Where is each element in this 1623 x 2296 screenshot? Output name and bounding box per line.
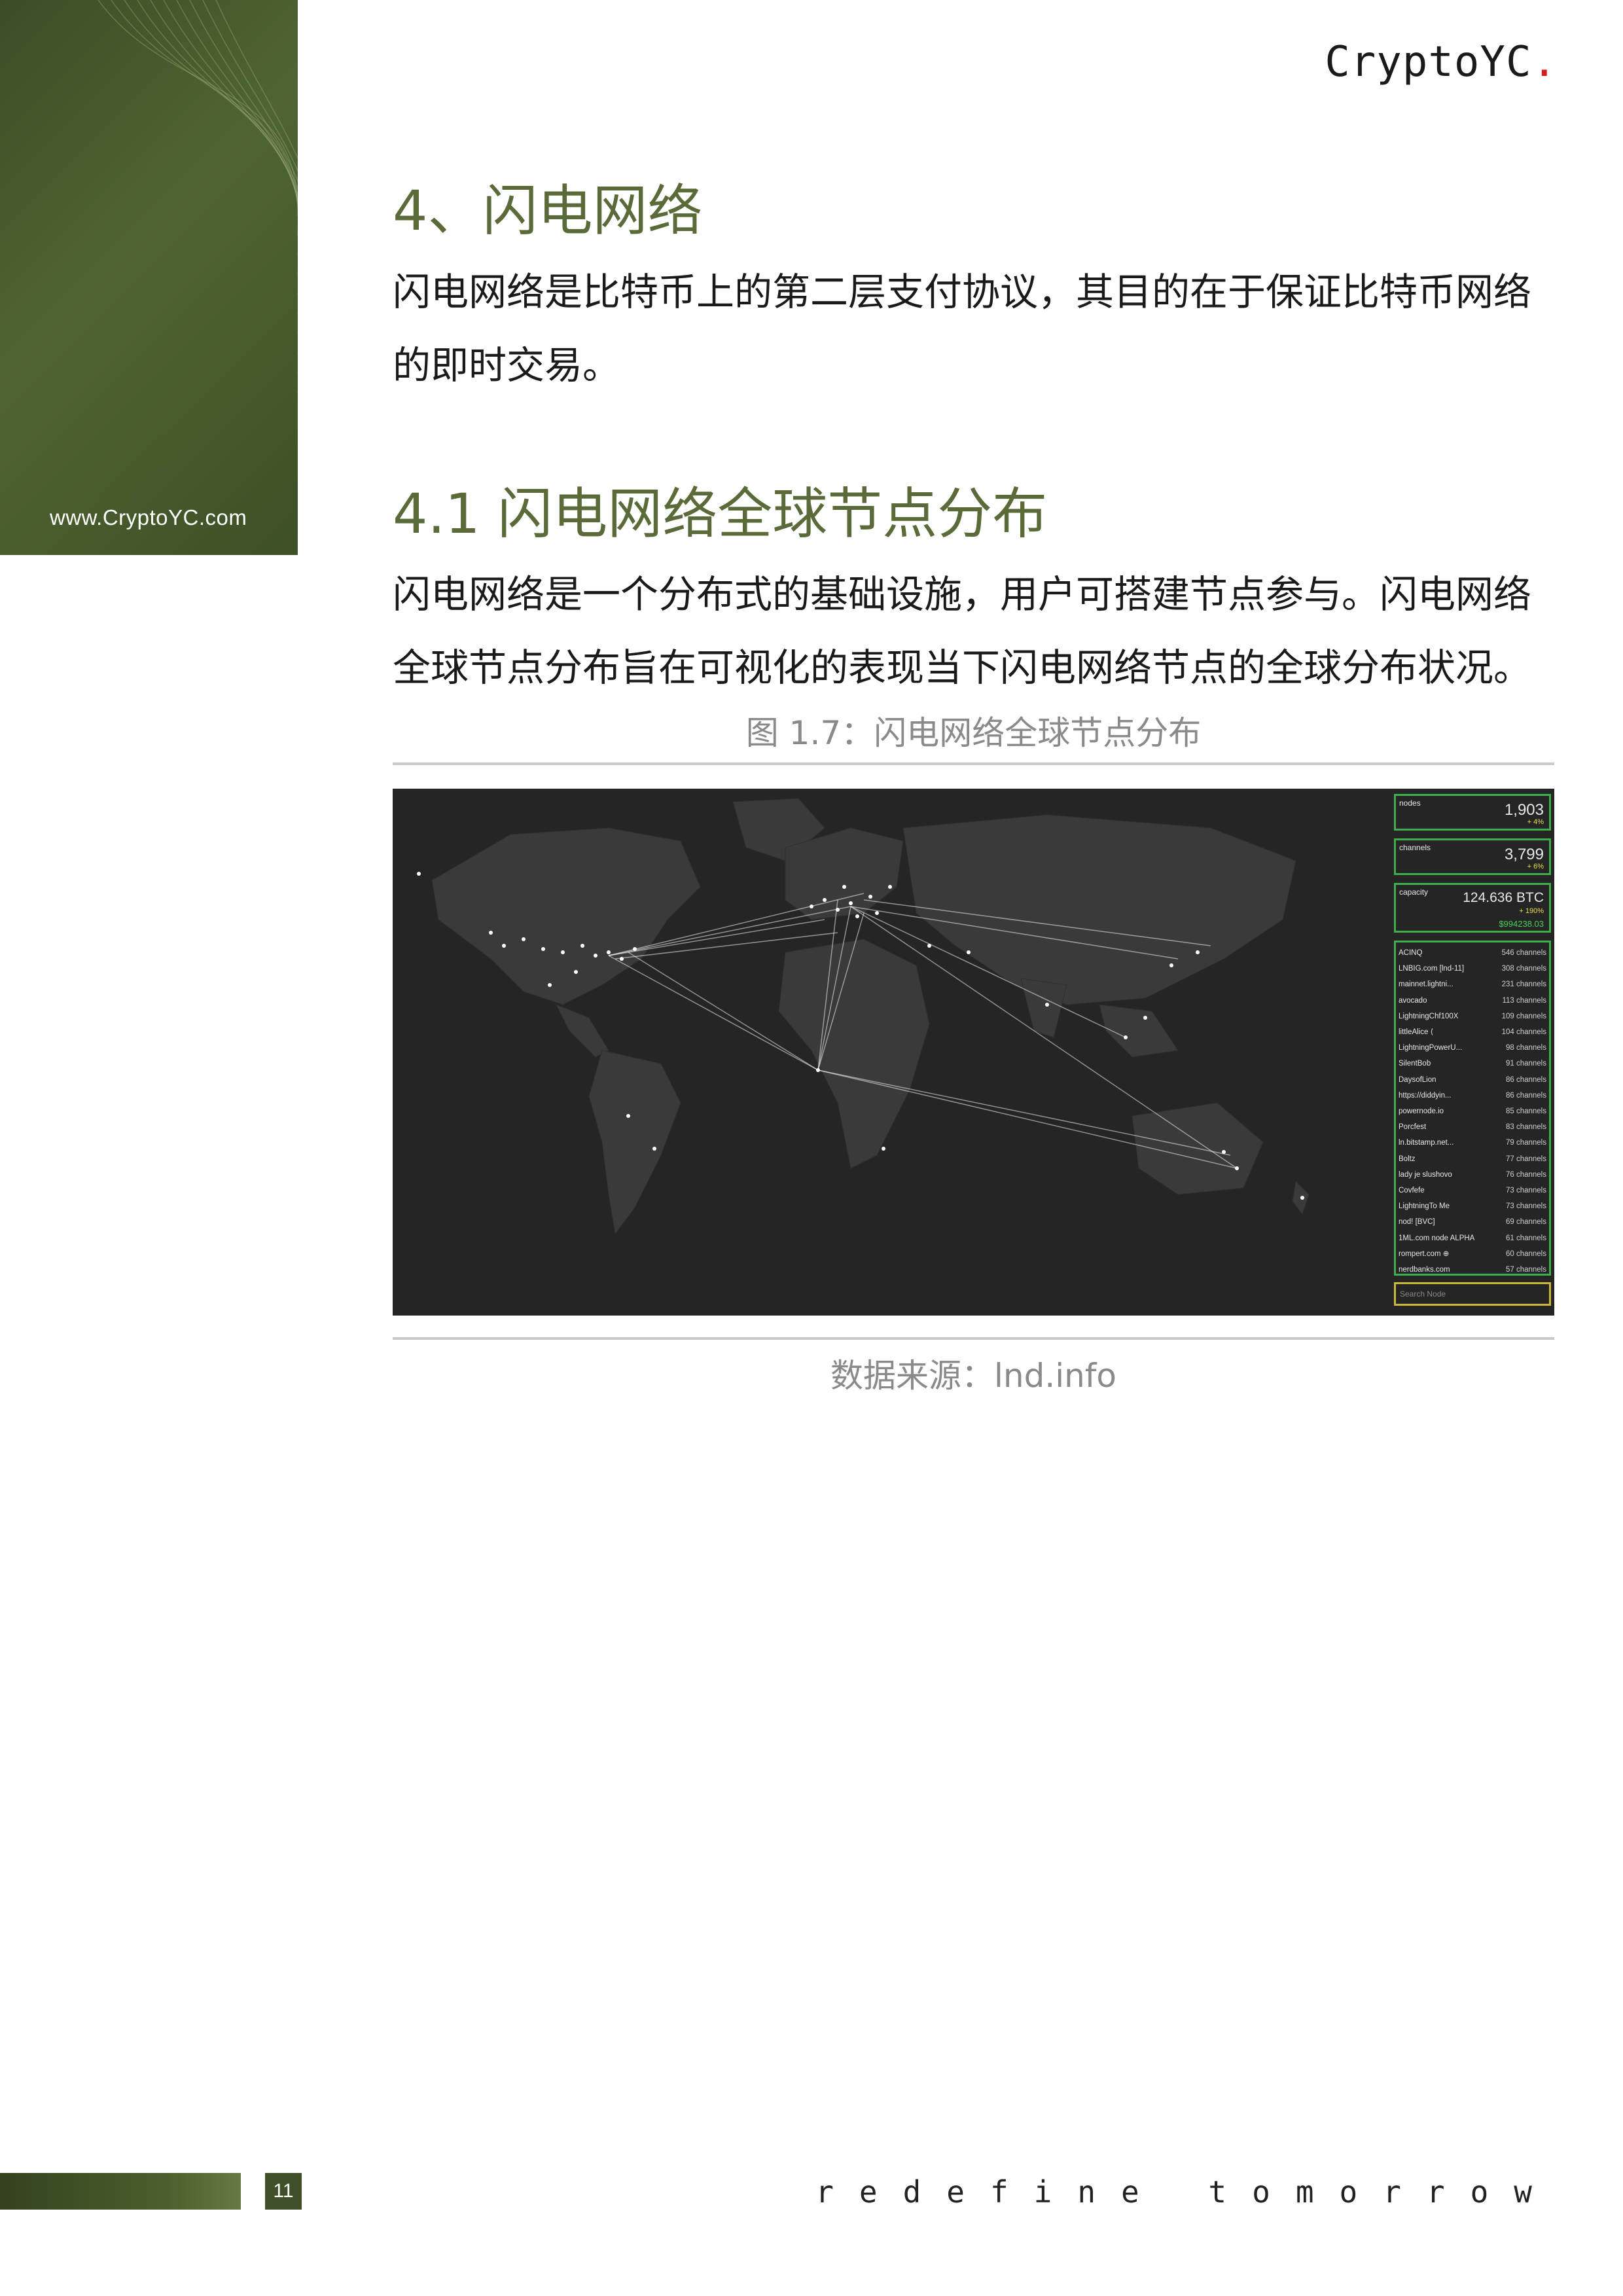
node-list-item[interactable]: LightningTo Me 73 channels: [1399, 1198, 1546, 1214]
node-name: Porcfest: [1399, 1123, 1427, 1132]
node-list-item[interactable]: nod! [BVC] 69 channels: [1399, 1214, 1546, 1230]
node-list: ACINQ 546 channels LNBIG.com [lnd-11] 308 c…: [1394, 941, 1551, 1276]
node-name: nerdbanks.com: [1399, 1266, 1450, 1274]
node-name: https://diddyin...: [1399, 1091, 1452, 1100]
figure-bottom-rule: [393, 1337, 1554, 1340]
node-name: lady je slushovo: [1399, 1170, 1452, 1179]
section-intro: 闪电网络是比特币上的第二层支付协议，其目的在于保证比特币网络的即时交易。: [393, 270, 1532, 387]
node-list-item[interactable]: powernode.io 85 channels: [1399, 1103, 1546, 1119]
node-channels: 61 channels: [1505, 1234, 1546, 1242]
node-channels: 86 channels: [1505, 1075, 1546, 1084]
node-name: rompert.com ⊕: [1399, 1249, 1450, 1258]
nodes-label: nodes: [1399, 798, 1421, 808]
node-channels: 73 channels: [1505, 1202, 1546, 1211]
node-channels: 57 channels: [1505, 1266, 1546, 1274]
node-list-item[interactable]: nerdbanks.com 57 channels: [1399, 1262, 1546, 1274]
node-list-item[interactable]: https://diddyin... 86 channels: [1399, 1088, 1546, 1103]
node-name: SilentBob: [1399, 1060, 1431, 1068]
capacity-stat: capacity 124.636 BTC + 190% $994238.03: [1394, 883, 1551, 933]
node-channels: 79 channels: [1505, 1139, 1546, 1147]
site-url[interactable]: www.CryptoYC.com: [50, 505, 247, 530]
node-list-item[interactable]: DaysofLion 86 channels: [1399, 1072, 1546, 1088]
node-name: nod! [BVC]: [1399, 1218, 1435, 1227]
node-channels: 83 channels: [1505, 1123, 1546, 1132]
node-channels: 77 channels: [1505, 1155, 1546, 1163]
channels-value: 3,799: [1504, 846, 1544, 863]
section-title: 4、闪电网络: [393, 179, 703, 243]
capacity-usd: $994238.03: [1499, 919, 1544, 929]
node-channels: 69 channels: [1505, 1218, 1546, 1227]
node-list-item[interactable]: avocado 113 channels: [1399, 993, 1546, 1009]
node-list-item[interactable]: ACINQ 546 channels: [1399, 945, 1546, 961]
node-list-item[interactable]: Covfefe 73 channels: [1399, 1183, 1546, 1198]
node-name: mainnet.lightni...: [1399, 980, 1454, 989]
node-channels: 113 channels: [1502, 996, 1546, 1005]
sidebar-banner: www.CryptoYC.com: [0, 0, 298, 555]
node-list-item[interactable]: LightningPowerU... 98 channels: [1399, 1040, 1546, 1056]
node-list-item[interactable]: 1ML.com node ALPHA 61 channels: [1399, 1230, 1546, 1246]
node-channels: 91 channels: [1505, 1060, 1546, 1068]
node-name: LightningPowerU...: [1399, 1044, 1463, 1052]
footer-tagline: redefine tomorrow: [815, 2174, 1558, 2210]
node-name: ACINQ: [1399, 949, 1423, 957]
node-channels: 86 channels: [1505, 1091, 1546, 1100]
capacity-change: + 190%: [1519, 907, 1544, 915]
subsection-body: 闪电网络是一个分布式的基础设施，用户可搭建节点参与。闪电网络全球节点分布旨在可视…: [393, 572, 1532, 690]
world-map: [417, 798, 1310, 1235]
node-name: LNBIG.com [lnd-11]: [1399, 965, 1465, 973]
node-name: Covfefe: [1399, 1187, 1425, 1195]
node-list-item[interactable]: Boltz 77 channels: [1399, 1151, 1546, 1167]
node-list-item[interactable]: littleAlice ⟨ 104 channels: [1399, 1024, 1546, 1040]
node-list-item[interactable]: lady je slushovo 76 channels: [1399, 1167, 1546, 1183]
footer-bar: [0, 2173, 241, 2210]
node-name: DaysofLion: [1399, 1075, 1436, 1084]
figure-source: 数据来源：lnd.info: [830, 1357, 1116, 1395]
capacity-value: 124.636 BTC: [1463, 890, 1544, 905]
node-channels: 60 channels: [1505, 1249, 1546, 1258]
node-channels: 546 channels: [1501, 949, 1546, 957]
logo-text: CryptoYC: [1325, 38, 1532, 86]
logo-dot: .: [1531, 38, 1558, 86]
search-node-input[interactable]: Search Node: [1394, 1282, 1551, 1306]
lightning-map: nodes 1,903 + 4% channels 3,799 + 6% cap…: [393, 789, 1554, 1316]
node-name: LightningChf100X: [1399, 1012, 1459, 1020]
subsection-title: 4.1 闪电网络全球节点分布: [393, 482, 1048, 546]
node-channels: 109 channels: [1501, 1012, 1546, 1020]
channels-stat: channels 3,799 + 6%: [1394, 838, 1551, 875]
node-list-item[interactable]: SilentBob 91 channels: [1399, 1056, 1546, 1071]
node-name: powernode.io: [1399, 1107, 1444, 1116]
node-name: avocado: [1399, 996, 1427, 1005]
wave-pattern: [98, 0, 298, 393]
node-list-item[interactable]: LNBIG.com [lnd-11] 308 channels: [1399, 961, 1546, 977]
nodes-stat: nodes 1,903 + 4%: [1394, 794, 1551, 831]
node-list-item[interactable]: Porcfest 83 channels: [1399, 1119, 1546, 1135]
node-channels: 104 channels: [1501, 1028, 1546, 1037]
node-name: littleAlice ⟨: [1399, 1028, 1434, 1037]
node-name: ln.bitstamp.net...: [1399, 1139, 1454, 1147]
brand-logo: CryptoYC.: [1325, 38, 1558, 86]
figure-caption: 图 1.7：闪电网络全球节点分布: [745, 714, 1202, 752]
channels-change: + 6%: [1527, 863, 1544, 870]
node-channels: 73 channels: [1505, 1187, 1546, 1195]
node-channels: 85 channels: [1505, 1107, 1546, 1116]
node-list-item[interactable]: mainnet.lightni... 231 channels: [1399, 977, 1546, 992]
node-name: Boltz: [1399, 1155, 1416, 1163]
node-list-item[interactable]: LightningChf100X 109 channels: [1399, 1009, 1546, 1024]
stats-panel: nodes 1,903 + 4% channels 3,799 + 6% cap…: [1394, 794, 1551, 1306]
node-channels: 76 channels: [1505, 1170, 1546, 1179]
channels-label: channels: [1399, 843, 1431, 852]
node-name: 1ML.com node ALPHA: [1399, 1234, 1475, 1242]
node-list-item[interactable]: rompert.com ⊕ 60 channels: [1399, 1246, 1546, 1262]
capacity-label: capacity: [1399, 888, 1429, 897]
page-number: 11: [265, 2173, 302, 2210]
node-list-item[interactable]: ln.bitstamp.net... 79 channels: [1399, 1135, 1546, 1151]
nodes-change: + 4%: [1527, 818, 1544, 826]
figure-top-rule: [393, 762, 1554, 765]
node-channels: 308 channels: [1501, 965, 1546, 973]
node-channels: 98 channels: [1505, 1044, 1546, 1052]
node-name: LightningTo Me: [1399, 1202, 1450, 1211]
nodes-value: 1,903: [1504, 801, 1544, 819]
node-channels: 231 channels: [1501, 980, 1546, 989]
